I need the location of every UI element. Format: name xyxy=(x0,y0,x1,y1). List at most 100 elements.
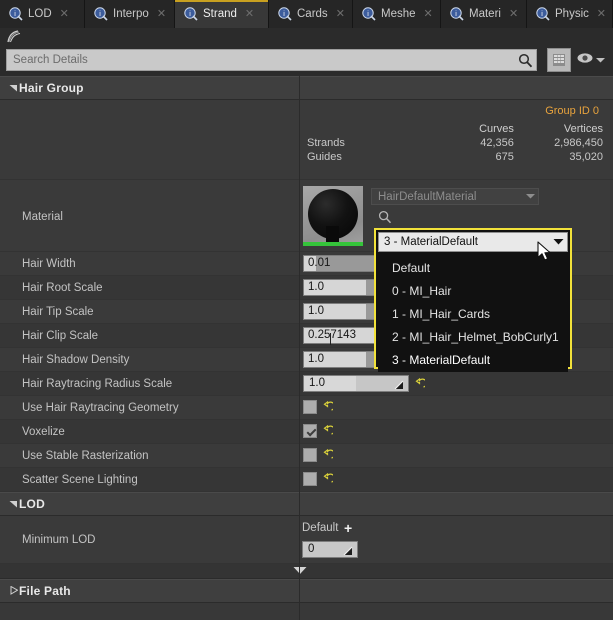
stats-vertices-value: 35,020 xyxy=(569,151,603,163)
scatter-scene-lighting-checkbox[interactable] xyxy=(303,472,317,486)
expand-arrow-icon xyxy=(9,83,19,94)
stats-vertices-value: 2,986,450 xyxy=(554,137,603,149)
dropdown-option-0[interactable]: 0 - MI_Hair xyxy=(378,280,568,303)
tab-label: Physic xyxy=(555,8,589,20)
category-hair-group[interactable]: Hair Group xyxy=(0,76,613,100)
tab-material[interactable]: i Materi ✕ xyxy=(441,0,527,28)
property-label: Material xyxy=(22,211,63,223)
tab-cards[interactable]: i Cards ✕ xyxy=(269,0,353,28)
property-row-scatter-scene-lighting: Scatter Scene Lighting xyxy=(0,468,613,492)
info-icon: i xyxy=(184,7,198,21)
collapse-arrow-icon xyxy=(9,585,19,597)
tab-lod[interactable]: i LOD ✕ xyxy=(0,0,85,28)
info-icon: i xyxy=(94,7,108,21)
dropdown-selected-value: 3 - MaterialDefault xyxy=(384,236,478,248)
tab-interpolation[interactable]: i Interpo ✕ xyxy=(85,0,175,28)
hair-group-stats: Group ID 0 Curves Vertices Strands 42,35… xyxy=(0,100,613,180)
groom-asset-icon xyxy=(6,30,22,44)
stats-col-vertices: Vertices xyxy=(563,123,603,135)
dropdown-option-list: Default 0 - MI_Hair 1 - MI_Hair_Cards 2 … xyxy=(378,254,568,372)
input-value: 1.0 xyxy=(309,377,325,389)
table-row: Guides 675 35,020 xyxy=(303,150,603,164)
reset-to-default-icon[interactable] xyxy=(322,424,336,437)
property-label: Use Hair Raytracing Geometry xyxy=(22,402,179,414)
reset-to-default-icon[interactable] xyxy=(414,377,428,390)
text-cursor xyxy=(330,333,331,345)
stats-curves-value: 675 xyxy=(495,151,514,163)
tab-label: Materi xyxy=(469,8,501,20)
reset-to-default-icon[interactable] xyxy=(322,472,336,485)
property-label: Hair Clip Scale xyxy=(22,330,99,342)
asset-icon-strip xyxy=(0,28,613,45)
property-row-hair-raytracing-radius-scale: Hair Raytracing Radius Scale 1.0 xyxy=(0,372,613,396)
tab-close-icon[interactable]: ✕ xyxy=(245,8,254,20)
info-icon: i xyxy=(450,7,464,21)
tab-close-icon[interactable]: ✕ xyxy=(336,8,345,20)
expand-all-strip[interactable] xyxy=(0,564,613,579)
reset-to-default-icon[interactable] xyxy=(322,400,336,413)
category-lod[interactable]: LOD xyxy=(0,492,613,516)
property-label: Minimum LOD xyxy=(22,534,96,546)
tab-label: LOD xyxy=(28,8,52,20)
tab-physics[interactable]: i Physic ✕ xyxy=(527,0,613,28)
search-placeholder: Search Details xyxy=(13,54,88,66)
property-label: Hair Raytracing Radius Scale xyxy=(22,378,173,390)
dropdown-option-1[interactable]: 1 - MI_Hair_Cards xyxy=(378,303,568,326)
property-row-use-stable-rasterization: Use Stable Rasterization xyxy=(0,444,613,468)
tab-close-icon[interactable]: ✕ xyxy=(597,8,606,20)
input-value: 1.0 xyxy=(308,353,324,365)
view-options-button[interactable] xyxy=(576,51,605,68)
tab-close-icon[interactable]: ✕ xyxy=(509,8,518,20)
use-stable-rasterization-checkbox[interactable] xyxy=(303,448,317,462)
input-value: 0.257143 xyxy=(308,329,356,341)
tab-strands[interactable]: i Strand ✕ xyxy=(175,0,269,28)
tab-close-icon[interactable]: ✕ xyxy=(424,8,433,20)
grid-icon xyxy=(553,54,565,66)
search-input[interactable]: Search Details xyxy=(6,49,537,71)
tab-bar: i LOD ✕ i Interpo ✕ i Strand ✕ i Cards ✕ xyxy=(0,0,613,28)
details-panel-window: i LOD ✕ i Interpo ✕ i Strand ✕ i Cards ✕ xyxy=(0,0,613,620)
tab-label: Meshe xyxy=(381,8,416,20)
column-view-button[interactable] xyxy=(547,48,571,72)
group-id-label: Group ID 0 xyxy=(545,105,599,117)
voxelize-checkbox[interactable] xyxy=(303,424,317,438)
dropdown-option-3[interactable]: 3 - MaterialDefault xyxy=(378,349,568,372)
column-splitter[interactable] xyxy=(299,76,300,620)
chevron-down-icon xyxy=(293,566,307,578)
tab-close-icon[interactable]: ✕ xyxy=(60,8,69,20)
info-icon: i xyxy=(536,7,550,21)
property-row-minimum-lod: Minimum LOD Default + 0 xyxy=(0,516,613,564)
search-toolbar: Search Details xyxy=(0,45,613,76)
property-row-use-hair-raytracing-geometry: Use Hair Raytracing Geometry xyxy=(0,396,613,420)
input-value: 0.01 xyxy=(308,257,331,269)
tab-label: Interpo xyxy=(113,8,149,20)
use-hair-raytracing-geometry-checkbox[interactable] xyxy=(303,400,317,414)
thumbnail-stem xyxy=(326,226,339,242)
add-override-icon[interactable]: + xyxy=(344,521,352,535)
browse-asset-icon[interactable] xyxy=(378,210,392,227)
stats-table: Curves Vertices Strands 42,356 2,986,450… xyxy=(303,122,603,164)
tab-meshes[interactable]: i Meshe ✕ xyxy=(353,0,441,28)
category-title: File Path xyxy=(19,584,71,598)
tab-close-icon[interactable]: ✕ xyxy=(157,8,166,20)
property-label: Scatter Scene Lighting xyxy=(22,474,138,486)
expand-arrow-icon xyxy=(9,499,19,510)
drag-handle-icon[interactable] xyxy=(343,546,353,556)
minimum-lod-input[interactable]: 0 xyxy=(302,541,358,558)
drag-handle-icon[interactable] xyxy=(394,380,404,390)
hair-raytracing-radius-scale-input[interactable]: 1.0 xyxy=(303,375,409,392)
thumbnail-status-bar xyxy=(303,242,363,246)
chevron-down-icon xyxy=(522,192,538,201)
material-asset-picker[interactable]: HairDefaultMaterial xyxy=(371,188,539,205)
stats-curves-value: 42,356 xyxy=(480,137,514,149)
input-value: 1.0 xyxy=(308,305,324,317)
dropdown-option-2[interactable]: 2 - MI_Hair_Helmet_BobCurly1 xyxy=(378,326,568,349)
category-file-path[interactable]: File Path xyxy=(0,579,613,603)
reset-to-default-icon[interactable] xyxy=(322,448,336,461)
eye-icon xyxy=(576,51,594,68)
stats-col-curves: Curves xyxy=(479,123,514,135)
material-thumbnail[interactable] xyxy=(303,186,363,246)
property-row-voxelize: Voxelize xyxy=(0,420,613,444)
property-label: Use Stable Rasterization xyxy=(22,450,149,462)
input-value: 0 xyxy=(308,543,315,555)
